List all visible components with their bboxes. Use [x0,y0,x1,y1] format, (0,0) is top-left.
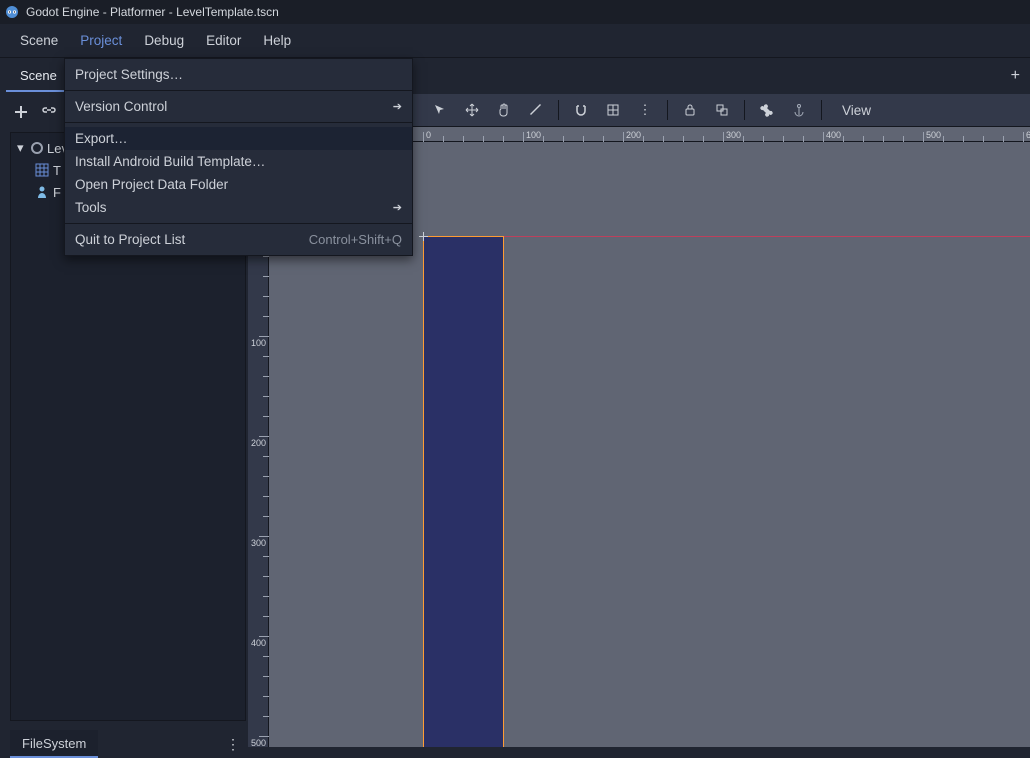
filesystem-tab[interactable]: FileSystem [10,730,98,758]
menu-scene[interactable]: Scene [10,27,68,54]
origin-icon [419,232,428,241]
toolbar-separator [821,100,822,120]
node2d-icon [31,142,43,154]
add-tab-button[interactable]: + [1001,61,1030,91]
ruler-icon[interactable] [526,100,546,120]
menu-item-label: Tools [75,200,107,215]
toolbar-separator [667,100,668,120]
snap-icon[interactable] [571,100,591,120]
anchor-icon[interactable] [789,100,809,120]
menu-export[interactable]: Export… [65,127,412,150]
panel-menu-icon[interactable]: ⋮ [220,732,246,757]
submenu-arrow-icon: ➔ [393,201,402,214]
menu-item-label: Quit to Project List [75,232,185,247]
link-icon[interactable] [40,103,58,121]
menu-separator [65,223,412,224]
menu-separator [65,122,412,123]
select-icon[interactable] [430,100,450,120]
menu-project-settings[interactable]: Project Settings… [65,63,412,86]
move-icon[interactable] [462,100,482,120]
lock-icon[interactable] [680,100,700,120]
filesystem-panel-header: FileSystem ⋮ [10,730,246,758]
project-menu-dropdown: Project Settings… Version Control ➔ Expo… [64,58,413,256]
tilemap-icon [35,163,49,177]
pan-icon[interactable] [494,100,514,120]
node-label: F [53,185,61,200]
menu-editor[interactable]: Editor [196,27,251,54]
x-axis-guide [423,236,1030,237]
menu-install-android[interactable]: Install Android Build Template… [65,150,412,173]
selected-node-rect[interactable] [423,236,504,747]
tab-scene[interactable]: Scene [6,60,71,92]
titlebar: Godot Engine - Platformer - LevelTemplat… [0,0,1030,24]
submenu-arrow-icon: ➔ [393,100,402,113]
expand-icon[interactable]: ▾ [17,140,27,156]
view-menu[interactable]: View [834,99,879,122]
pawn-icon [35,185,49,199]
menu-tools[interactable]: Tools ➔ [65,196,412,219]
toolbar-separator [744,100,745,120]
menu-item-label: Install Android Build Template… [75,154,265,169]
menu-debug[interactable]: Debug [134,27,194,54]
menu-item-label: Open Project Data Folder [75,177,228,192]
menu-separator [65,90,412,91]
snap-grid-icon[interactable] [603,100,623,120]
menu-version-control[interactable]: Version Control ➔ [65,95,412,118]
godot-logo-icon [4,4,20,20]
bone-icon[interactable] [757,100,777,120]
menu-project[interactable]: Project [70,27,132,54]
menu-item-label: Project Settings… [75,67,183,82]
menu-help[interactable]: Help [253,27,301,54]
snap-menu-icon[interactable]: ⋮ [635,100,655,120]
menubar: Scene Project Debug Editor Help [0,24,1030,58]
menu-quit-project-list[interactable]: Quit to Project List Control+Shift+Q [65,228,412,251]
group-icon[interactable] [712,100,732,120]
menu-item-label: Export… [75,131,128,146]
menu-item-label: Version Control [75,99,167,114]
window-title: Godot Engine - Platformer - LevelTemplat… [26,5,279,19]
menu-open-project-folder[interactable]: Open Project Data Folder [65,173,412,196]
toolbar-separator [558,100,559,120]
menu-shortcut: Control+Shift+Q [309,232,402,247]
node-label: T [53,163,61,178]
add-node-icon[interactable] [12,103,30,121]
